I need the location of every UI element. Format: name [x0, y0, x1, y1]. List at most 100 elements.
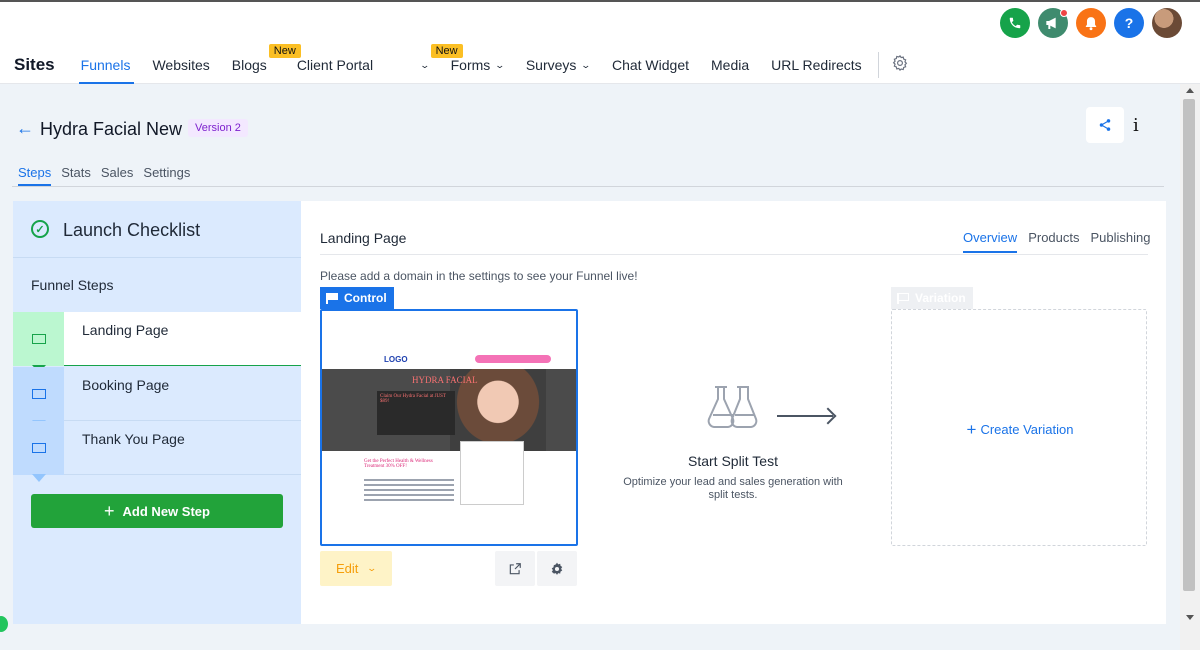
flag-outline-icon	[897, 292, 909, 304]
split-test-description: Optimize your lead and sales generation …	[623, 476, 843, 501]
scroll-up-icon[interactable]	[1186, 88, 1194, 93]
scroll-thumb[interactable]	[1183, 99, 1195, 591]
subtabs-divider	[12, 186, 1164, 187]
tab-products[interactable]: Products	[1028, 230, 1079, 245]
page-scrollbar[interactable]	[1180, 84, 1200, 650]
page-settings-button[interactable]	[537, 551, 577, 586]
nav-chat-widget[interactable]: Chat Widget	[612, 51, 689, 79]
mail-icon	[31, 443, 46, 453]
status-dot	[0, 616, 8, 632]
header-icons: ?	[1000, 8, 1182, 38]
nav-funnels[interactable]: Funnels	[78, 51, 135, 84]
flask-icon	[707, 386, 758, 428]
notification-dot	[1060, 9, 1068, 17]
plus-icon: +	[966, 420, 977, 439]
flag-icon	[326, 292, 338, 304]
mail-icon	[31, 389, 46, 399]
avatar[interactable]	[1152, 8, 1182, 38]
control-label: Control	[344, 291, 387, 305]
step-strip	[13, 367, 64, 421]
thumbnail-form	[460, 441, 524, 505]
share-button[interactable]	[1086, 107, 1124, 143]
thumbnail-logo: LOGO	[384, 355, 408, 364]
control-page-thumbnail[interactable]: LOGO HYDRA FACIAL Claim Our Hydra Facial…	[320, 309, 578, 546]
edit-button[interactable]: Edit ⌄	[320, 551, 392, 586]
plus-icon: +	[104, 500, 115, 521]
create-variation-label: Create Variation	[980, 422, 1074, 437]
tab-stats[interactable]: Stats	[61, 165, 91, 180]
info-icon[interactable]: i	[1133, 115, 1139, 136]
split-test-title: Start Split Test	[687, 453, 778, 469]
nav-label: URL Redirects	[771, 57, 862, 73]
nav-media[interactable]: Media	[711, 51, 749, 79]
phone-icon[interactable]	[1000, 8, 1030, 38]
nav-divider	[877, 52, 879, 78]
open-external-button[interactable]	[495, 551, 535, 586]
tabs-divider	[320, 254, 1148, 255]
tab-publishing[interactable]: Publishing	[1091, 230, 1151, 245]
thumbnail-hero: HYDRA FACIAL Claim Our Hydra Facial at J…	[322, 369, 576, 451]
thumbnail-offer-box: Claim Our Hydra Facial at JUST $89!	[377, 391, 455, 435]
variation-placeholder: + Create Variation	[891, 309, 1147, 546]
tab-sales[interactable]: Sales	[101, 165, 134, 180]
edit-label: Edit	[336, 561, 359, 576]
external-link-icon	[509, 562, 521, 574]
nav-label: Chat Widget	[611, 57, 690, 73]
step-label: Thank You Page	[82, 431, 185, 447]
main-nav: Sites Funnels Websites Blogs New Client …	[14, 44, 909, 84]
chevron-down-icon: ⌄	[366, 563, 378, 573]
funnel-steps-panel: ✓ Launch Checklist Funnel Steps Landing …	[13, 201, 301, 624]
step-label: Booking Page	[82, 377, 170, 393]
tab-overview[interactable]: Overview	[963, 230, 1018, 253]
nav-blogs[interactable]: Blogs New	[231, 44, 301, 79]
share-icon	[1099, 119, 1111, 131]
nav-forms[interactable]: Forms ⌄	[450, 51, 506, 79]
step-tabs: Overview Products Publishing	[963, 230, 1151, 253]
nav-url-redirects[interactable]: URL Redirects	[771, 51, 862, 79]
add-new-step-button[interactable]: + Add New Step	[31, 494, 283, 528]
nav-label: Forms	[450, 57, 491, 73]
checklist-title: Launch Checklist	[63, 220, 201, 240]
arrow-right-icon	[777, 415, 833, 417]
scroll-down-icon[interactable]	[1186, 615, 1194, 620]
thumbnail-cta	[475, 355, 551, 363]
funnel-steps-heading: Funnel Steps	[31, 277, 114, 293]
nav-surveys[interactable]: Surveys ⌄	[525, 51, 592, 79]
chevron-down-icon: ⌄	[580, 59, 592, 70]
step-booking-page[interactable]: Booking Page	[13, 367, 301, 428]
nav-label: Funnels	[80, 57, 131, 73]
megaphone-icon[interactable]	[1038, 8, 1068, 38]
bell-icon[interactable]	[1076, 8, 1106, 38]
chevron-down-icon: ⌄	[419, 59, 431, 70]
thumbnail-brand: HYDRA FACIAL	[412, 375, 478, 385]
step-strip	[13, 421, 64, 475]
create-variation-button[interactable]: + Create Variation	[892, 420, 1148, 440]
thumbnail-offer: Claim Our Hydra Facial at JUST $89!	[380, 394, 446, 404]
top-bar: ? Sites Funnels Websites Blogs New Clien…	[0, 0, 1200, 84]
version-badge: Version 2	[188, 119, 248, 137]
gear-icon	[551, 562, 563, 575]
nav-label: Surveys	[525, 57, 577, 73]
gear-icon[interactable]	[891, 54, 909, 77]
step-thank-you-page[interactable]: Thank You Page	[13, 421, 301, 482]
nav-client-portal[interactable]: Client Portal New ⌄	[296, 44, 463, 79]
sites-title: Sites	[14, 55, 55, 74]
nav-label: Client Portal	[296, 57, 374, 73]
nav-label: Media	[711, 57, 750, 73]
step-strip	[13, 312, 64, 366]
step-landing-page[interactable]: Landing Page	[13, 312, 301, 373]
funnel-title: Hydra Facial New	[40, 119, 183, 139]
launch-checklist[interactable]: ✓ Launch Checklist	[13, 201, 301, 258]
tab-steps[interactable]: Steps	[18, 165, 52, 186]
chevron-down-icon: ⌄	[494, 59, 506, 70]
tab-settings[interactable]: Settings	[143, 165, 190, 180]
funnel-subtabs: Steps Stats Sales Settings	[18, 165, 190, 186]
help-icon[interactable]: ?	[1114, 8, 1144, 38]
nav-label: Blogs	[231, 57, 267, 73]
variation-label: Variation	[915, 291, 966, 305]
back-arrow-icon[interactable]: ←	[16, 118, 34, 139]
nav-label: Websites	[152, 57, 210, 73]
step-connector	[32, 474, 46, 482]
mail-icon	[31, 334, 46, 344]
nav-websites[interactable]: Websites	[152, 51, 209, 79]
